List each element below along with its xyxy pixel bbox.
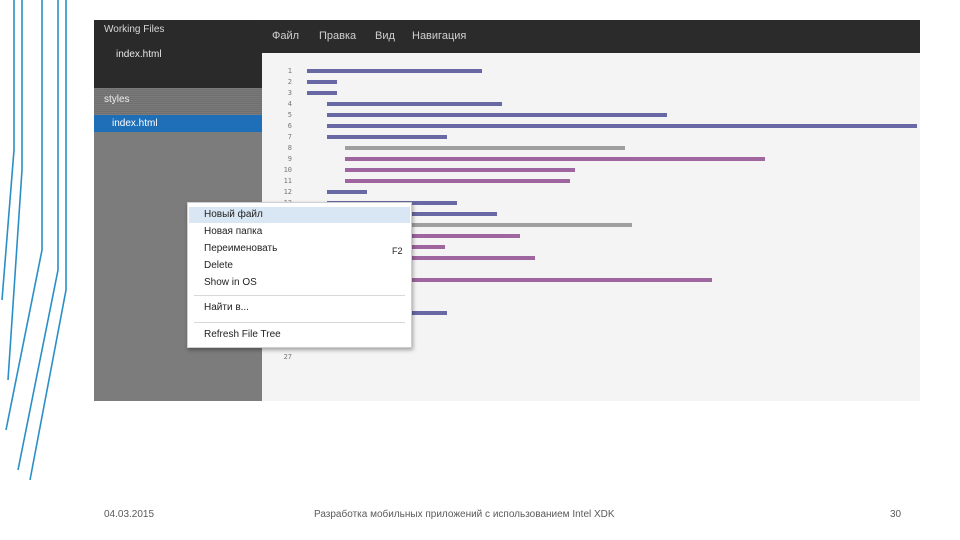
file-item-label: index.html <box>112 118 158 129</box>
menu-item-rename[interactable]: Переименовать <box>204 243 277 254</box>
working-files-panel: Working Files index.html <box>94 20 262 88</box>
line-number: 12 <box>283 188 292 196</box>
menu-item-new-file[interactable]: Новый файл <box>204 209 263 220</box>
menu-file[interactable]: Файл <box>272 30 299 42</box>
line-number: 6 <box>287 122 292 130</box>
menu-item-show-in-os[interactable]: Show in OS <box>204 277 257 288</box>
line-number: 9 <box>287 155 292 163</box>
footer-page-number: 30 <box>890 509 902 520</box>
line-number: 5 <box>287 111 292 119</box>
line-number: 7 <box>287 133 292 141</box>
context-menu: Новый файл Новая папка Переименовать F2 … <box>187 202 412 348</box>
footer-date: 04.03.2015 <box>104 509 155 520</box>
line-number: 1 <box>287 67 292 75</box>
menu-item-find-in[interactable]: Найти в... <box>204 302 249 313</box>
line-number: 11 <box>283 177 292 185</box>
menu-item-refresh-file-tree[interactable]: Refresh File Tree <box>204 329 281 340</box>
line-number: 2 <box>287 78 292 86</box>
line-number: 3 <box>287 89 292 97</box>
working-file-item[interactable]: index.html <box>116 49 162 60</box>
line-number: 10 <box>283 166 292 174</box>
menu-navigation[interactable]: Навигация <box>412 30 466 42</box>
rename-shortcut: F2 <box>392 246 403 256</box>
line-number: 8 <box>287 144 292 152</box>
menu-separator <box>194 295 405 296</box>
folder-label: styles <box>104 94 130 105</box>
line-number: 27 <box>283 353 292 361</box>
working-files-title: Working Files <box>104 24 165 35</box>
footer-title: Разработка мобильных приложений с исполь… <box>314 509 615 520</box>
slide-decoration <box>1 0 67 481</box>
menu-separator <box>194 322 405 323</box>
line-number: 4 <box>287 100 292 108</box>
menu-view[interactable]: Вид <box>375 30 395 42</box>
menu-item-delete[interactable]: Delete <box>204 260 233 271</box>
menu-item-new-folder[interactable]: Новая папка <box>204 226 262 237</box>
folder-item-styles[interactable]: styles <box>94 88 262 114</box>
menu-bar: Файл Правка Вид Навигация <box>262 20 920 53</box>
file-item-selected[interactable]: index.html <box>94 115 262 132</box>
menu-edit[interactable]: Правка <box>319 30 356 42</box>
